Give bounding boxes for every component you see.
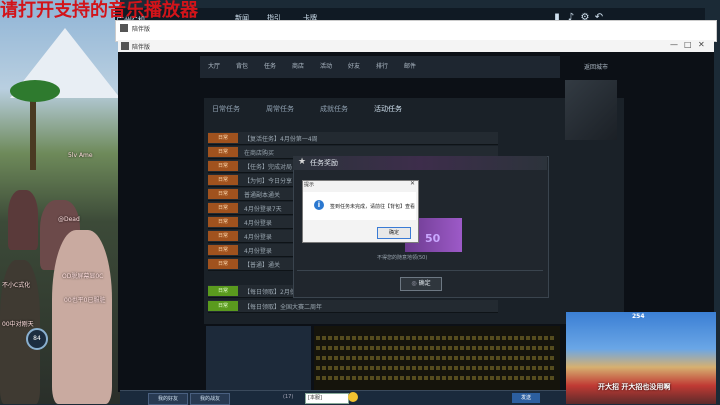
quest-badge: 日常 — [208, 161, 238, 171]
quest-row[interactable]: 日常 【复活任务】4月份第一4周 — [208, 132, 498, 145]
webcam-caption: 开大招 开大招也没用啊 — [598, 383, 671, 391]
outer-window-title: 陪伴版 — [132, 26, 151, 33]
player-info-box — [206, 326, 311, 390]
system-dialog-message: 签到任务未完成，请前往【背包】查看 — [330, 204, 416, 210]
system-dialog-title: 提示 — [304, 182, 315, 188]
channel-select[interactable]: [本服] — [305, 393, 349, 404]
divider — [297, 270, 543, 271]
my-team-button[interactable]: 我的战友 — [190, 393, 230, 405]
app-icon — [120, 24, 128, 32]
crowd-figure — [8, 190, 38, 250]
quest-badge: 日常 — [208, 217, 238, 227]
close-button[interactable]: ✕ — [698, 40, 705, 49]
banner-text: 请打开支持的音乐播放器 — [0, 0, 198, 21]
quest-text: 【普通】通关 — [244, 262, 281, 269]
sub-tab-weekly[interactable]: 周常任务 — [266, 104, 294, 114]
quest-text: 4月份登录 — [244, 248, 272, 255]
level-badge: 84 — [26, 328, 48, 350]
quest-text: 【每日领取】2月份 — [244, 289, 296, 296]
sub-tab-daily[interactable]: 日常任务 — [212, 104, 240, 114]
quest-badge: 日常 — [208, 147, 238, 157]
maximize-button[interactable]: □ — [684, 40, 692, 49]
reward-modal-title: 任务奖励 — [310, 159, 338, 167]
nav-tab[interactable]: 任务 — [264, 61, 276, 70]
quest-badge: 日常 — [208, 301, 238, 311]
quest-text: 4月份登录 — [244, 220, 272, 227]
stream-chat-line: 不小C式化 — [2, 282, 31, 289]
quest-badge: 日常 — [208, 259, 238, 269]
nav-tab[interactable]: 邮件 — [404, 61, 416, 70]
quest-text: 普通副本通关 — [244, 192, 281, 199]
chat-log-line — [316, 356, 556, 360]
nav-tab[interactable]: 排行 — [376, 61, 388, 70]
quest-badge: 日常 — [208, 286, 238, 296]
stream-chat-line: 5lv Ame — [68, 152, 93, 159]
quest-text: 4月份登录7天 — [244, 206, 282, 213]
nav-tab[interactable]: 商店 — [292, 61, 304, 70]
minimize-button[interactable]: — — [670, 40, 678, 49]
stream-chat-line: OD脱屏幕显0C — [62, 273, 104, 280]
stream-chat-line: 00也平0已服脏 — [64, 297, 106, 304]
character-figure — [52, 230, 112, 404]
chat-log-line — [316, 346, 556, 350]
quest-text: 【为何】今日分享 — [244, 178, 293, 185]
quest-badge: 日常 — [208, 189, 238, 199]
palm-trunk — [30, 90, 36, 170]
nav-tab[interactable]: 背包 — [236, 61, 248, 70]
inner-window-title: 陪伴版 — [132, 44, 151, 51]
online-count: (17) — [283, 394, 294, 400]
game-nav-strip: 大厅 背包 任务 商店 活动 好友 排行 邮件 — [200, 56, 560, 78]
app-icon — [121, 42, 129, 50]
info-icon: i — [314, 200, 324, 210]
quest-text: 在商店购买 — [244, 150, 275, 157]
quest-badge: 日常 — [208, 175, 238, 185]
confirm-label: 确定 — [418, 280, 431, 287]
emoji-icon[interactable] — [348, 392, 358, 402]
sub-tab-achievement[interactable]: 成就任务 — [320, 104, 348, 114]
star-icon: ★ — [298, 157, 307, 167]
quest-text: 【每日领取】全国大赛二周年 — [244, 304, 323, 311]
send-button[interactable]: 发送 — [512, 393, 540, 403]
webcam-counter: 254 — [632, 313, 645, 320]
stream-chat-line: @Dead — [58, 216, 80, 223]
character-portrait — [565, 80, 617, 140]
quest-badge: 日常 — [208, 231, 238, 241]
quest-badge: 日常 — [208, 203, 238, 213]
confirm-button[interactable]: ◎ 确定 — [400, 277, 442, 291]
stream-left-panel: 5lv Ame @Dead OD脱屏幕显0C 不小C式化 00也平0已服脏 00… — [0, 0, 120, 404]
close-icon[interactable]: ✕ — [410, 180, 415, 187]
nav-tab[interactable]: 好友 — [348, 61, 360, 70]
ok-button[interactable]: 确定 — [377, 227, 411, 239]
return-city-link[interactable]: 返回城市 — [584, 62, 608, 71]
nav-tab[interactable]: 活动 — [320, 61, 332, 70]
confirm-icon: ◎ — [411, 280, 419, 287]
outer-window-titlebar[interactable]: 陪伴版 — [115, 20, 717, 42]
quest-text: 【复活任务】4月份第一4周 — [244, 136, 318, 143]
palm-leaves — [10, 80, 60, 102]
reward-item-description: 不得您的随意地领(50) — [377, 255, 428, 261]
quest-badge: 日常 — [208, 133, 238, 143]
sub-tab-event[interactable]: 活动任务 — [374, 104, 402, 114]
quest-text: 【任务】完成对局 — [244, 164, 293, 171]
stream-chat-line: 00中对刚天 — [2, 321, 34, 328]
chat-log-line — [316, 376, 556, 380]
nav-tab[interactable]: 大厅 — [208, 61, 220, 70]
my-friends-button[interactable]: 我的好友 — [148, 393, 188, 405]
quest-badge: 日常 — [208, 245, 238, 255]
quest-text: 4月份登录 — [244, 234, 272, 241]
chat-log-line — [316, 336, 556, 340]
chat-log-line — [316, 366, 556, 370]
reward-item-value: 50 — [425, 232, 441, 245]
quest-row[interactable]: 日常 【每日领取】全国大赛二周年 — [208, 300, 498, 313]
